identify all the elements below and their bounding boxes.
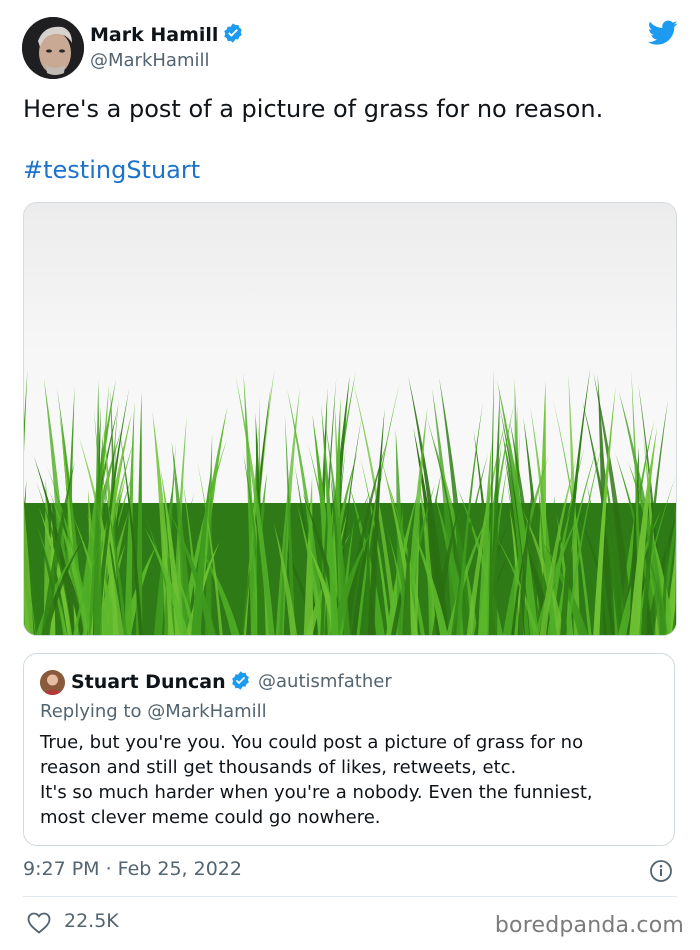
verified-badge-icon (230, 670, 251, 696)
author-avatar[interactable] (22, 17, 84, 79)
quoted-author-name[interactable]: Stuart Duncan (71, 670, 251, 696)
heart-icon[interactable] (27, 912, 51, 938)
quoted-author-handle[interactable]: @autismfather (258, 671, 392, 692)
quoted-text-line: It's so much harder when you're a nobody… (40, 782, 593, 803)
twitter-bird-icon[interactable] (647, 20, 678, 50)
quoted-tweet-card[interactable]: Stuart Duncan @autismfather Replying to … (23, 653, 675, 846)
quoted-text-line: reason and still get thousands of likes,… (40, 757, 517, 778)
author-handle[interactable]: @MarkHamill (90, 50, 210, 71)
author-display-name[interactable]: Mark Hamill (90, 22, 244, 49)
like-count[interactable]: 22.5K (64, 910, 119, 932)
author-avatar-image (22, 17, 84, 79)
tweet-timestamp[interactable]: 9:27 PM · Feb 25, 2022 (23, 858, 242, 880)
author-name-text[interactable]: Mark Hamill (90, 24, 218, 46)
verified-badge-icon (222, 22, 244, 49)
hashtag-link[interactable]: #testingStuart (23, 156, 200, 184)
footer-divider (23, 896, 677, 897)
info-icon[interactable] (649, 859, 673, 887)
quoted-author-name-text[interactable]: Stuart Duncan (71, 671, 226, 693)
quoted-text-line: True, but you're you. You could post a p… (40, 732, 584, 753)
quoted-text-line: most clever meme could go nowhere. (40, 807, 381, 828)
replying-to-text: Replying to @MarkHamill (40, 701, 267, 722)
tweet-media-image[interactable] (23, 202, 677, 636)
grass-image (24, 367, 676, 635)
watermark: boredpanda.com (494, 913, 684, 938)
tweet-text: Here's a post of a picture of grass for … (23, 95, 604, 123)
quoted-author-avatar[interactable] (40, 670, 65, 695)
